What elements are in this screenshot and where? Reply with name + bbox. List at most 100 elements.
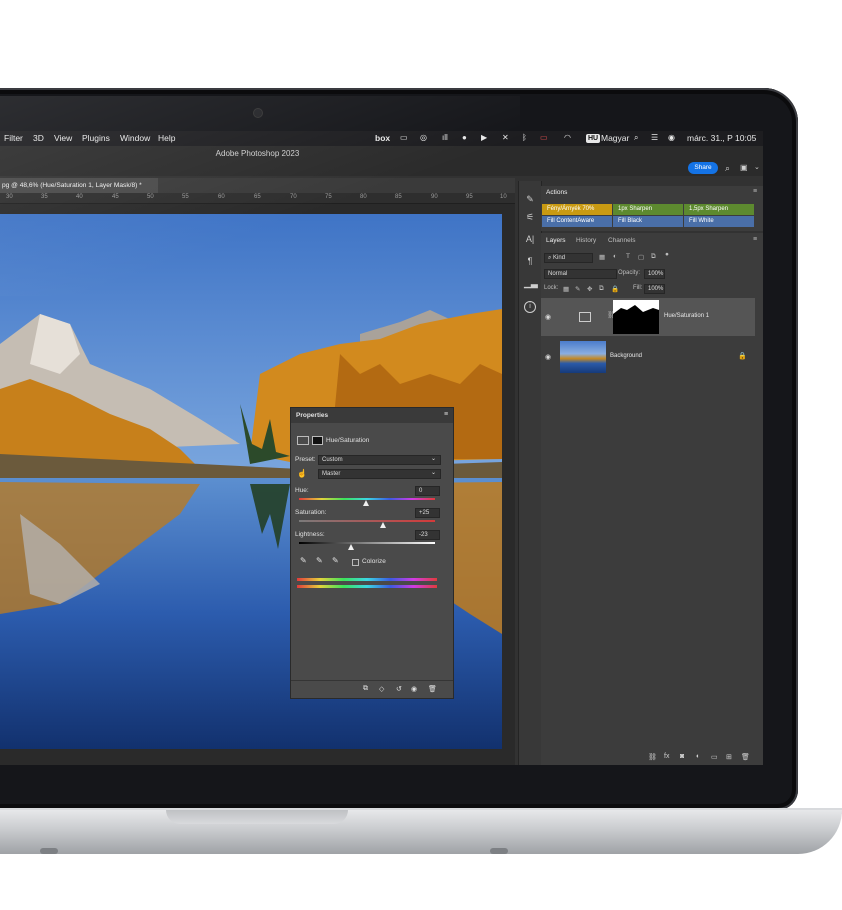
lightness-slider-thumb[interactable]: [348, 544, 354, 550]
lock-image-icon[interactable]: ✎: [575, 285, 580, 293]
filter-adjustment-icon[interactable]: ◐: [613, 253, 617, 260]
hue-value-field[interactable]: 0: [415, 486, 440, 496]
layer-row[interactable]: ◉ ⛓ Hue/Saturation 1: [541, 298, 755, 336]
creative-cloud-icon[interactable]: ◎: [420, 133, 427, 142]
ruler-tick: 50: [147, 194, 154, 200]
spotlight-search-icon[interactable]: ⌕: [634, 133, 638, 143]
saturation-slider[interactable]: [299, 520, 435, 522]
mute-icon[interactable]: ✕: [502, 133, 509, 142]
hue-slider-thumb[interactable]: [363, 500, 369, 506]
visibility-eye-icon[interactable]: ◉: [545, 313, 555, 321]
siri-icon[interactable]: ◉: [668, 133, 675, 142]
tab-actions[interactable]: Actions: [546, 189, 567, 196]
clip-to-layer-icon[interactable]: ⧉: [363, 685, 368, 693]
brush-settings-icon[interactable]: ✎: [524, 193, 536, 205]
input-language-name[interactable]: Magyar: [601, 133, 629, 143]
control-center-icon[interactable]: ☰: [651, 133, 658, 142]
display-icon[interactable]: ▭: [400, 133, 408, 142]
fx-icon[interactable]: fx: [664, 753, 669, 760]
action-button[interactable]: Fény/Árnyék 70%: [542, 204, 612, 215]
menu-filter[interactable]: Filter: [4, 133, 23, 143]
saturation-value-field[interactable]: +25: [415, 508, 440, 518]
add-mask-icon[interactable]: ◙: [680, 753, 684, 760]
eyedropper-minus-icon[interactable]: ✎: [332, 556, 339, 565]
channel-select[interactable]: Master: [318, 469, 441, 479]
visibility-eye-icon[interactable]: ◉: [411, 685, 417, 693]
panel-menu-icon[interactable]: ≡: [444, 411, 448, 418]
adjustment-icon[interactable]: [297, 436, 309, 445]
mask-icon[interactable]: [312, 436, 323, 445]
play-icon[interactable]: ▶: [481, 133, 487, 142]
box-status-icon[interactable]: box: [375, 133, 390, 143]
input-language-badge[interactable]: HU: [586, 134, 601, 143]
action-button[interactable]: Fill ContentAware: [542, 216, 612, 227]
lock-position-icon[interactable]: ✥: [587, 285, 592, 293]
filter-smart-object-icon[interactable]: ⧉: [651, 253, 656, 261]
bluetooth-icon[interactable]: ᛒ: [522, 133, 527, 142]
layer-thumbnail[interactable]: [560, 341, 606, 373]
eyedropper-plus-icon[interactable]: ✎: [316, 556, 323, 565]
menu-window[interactable]: Window: [120, 133, 150, 143]
reset-icon[interactable]: ↺: [396, 685, 402, 693]
chevron-down-icon[interactable]: ⌄: [754, 163, 760, 171]
filter-toggle-icon[interactable]: ●: [665, 251, 669, 258]
layer-mask-thumbnail[interactable]: [613, 300, 659, 334]
tab-channels[interactable]: Channels: [608, 237, 635, 244]
actions-panel[interactable]: Actions ≡ Fény/Árnyék 70% 1px Sharpen 1,…: [541, 186, 763, 231]
action-button[interactable]: 1,5px Sharpen: [684, 204, 754, 215]
opacity-field[interactable]: 100%: [644, 269, 665, 279]
tab-layers[interactable]: Layers: [546, 237, 566, 244]
share-button[interactable]: Share: [688, 162, 718, 174]
histogram-icon[interactable]: ▁▃: [524, 277, 538, 289]
fill-field[interactable]: 100%: [644, 284, 665, 294]
clock[interactable]: márc. 31., P 10:05: [687, 133, 756, 143]
new-layer-icon[interactable]: ⊞: [726, 753, 732, 761]
blend-mode-select[interactable]: Normal: [544, 269, 617, 279]
new-adjustment-icon[interactable]: ◐: [696, 753, 700, 760]
action-button[interactable]: 1px Sharpen: [613, 204, 683, 215]
lock-artboard-icon[interactable]: ⧉: [599, 285, 604, 293]
filter-pixel-icon[interactable]: ▦: [599, 253, 605, 261]
visibility-eye-icon[interactable]: ◉: [545, 353, 555, 361]
targeted-adjustment-hand-icon[interactable]: ☝: [297, 469, 307, 478]
action-button[interactable]: Fill Black: [613, 216, 683, 227]
panel-menu-icon[interactable]: ≡: [753, 236, 757, 243]
trash-icon[interactable]: 🗑: [741, 753, 750, 761]
filter-type-icon[interactable]: T: [626, 253, 630, 260]
menu-3d[interactable]: 3D: [33, 133, 44, 143]
audio-wave-icon[interactable]: ıll: [442, 133, 448, 142]
menu-plugins[interactable]: Plugins: [82, 133, 110, 143]
properties-panel[interactable]: Properties ≡ Hue/Saturation Preset: Cust…: [290, 407, 454, 699]
new-group-icon[interactable]: ▭: [711, 753, 718, 761]
battery-icon[interactable]: ▭: [540, 133, 548, 142]
view-previous-icon[interactable]: ◇: [379, 685, 384, 693]
colorize-checkbox[interactable]: [352, 559, 359, 566]
layer-row[interactable]: ◉ Background 🔒: [541, 338, 755, 376]
saturation-slider-thumb[interactable]: [380, 522, 386, 528]
search-icon[interactable]: ⌕: [725, 163, 730, 174]
panel-menu-icon[interactable]: ≡: [753, 188, 757, 195]
layer-filter-kind[interactable]: ⌕ Kind: [544, 253, 593, 263]
wifi-icon[interactable]: ◠: [564, 133, 571, 142]
workspace-icon[interactable]: ▣: [740, 163, 748, 172]
adjustments-icon[interactable]: ⚟: [524, 211, 536, 223]
trash-icon[interactable]: 🗑: [428, 685, 437, 693]
lightness-value-field[interactable]: -23: [415, 530, 440, 540]
record-icon[interactable]: ●: [462, 133, 467, 142]
filter-shape-icon[interactable]: ▢: [638, 253, 644, 261]
link-layers-icon[interactable]: ⛓: [648, 753, 657, 761]
document-tab[interactable]: pg @ 48,6% (Hue/Saturation 1, Layer Mask…: [0, 178, 158, 193]
lock-transparent-icon[interactable]: ▦: [563, 285, 569, 293]
eyedropper-icon[interactable]: ✎: [300, 556, 307, 565]
character-icon[interactable]: A|: [524, 233, 536, 245]
tab-history[interactable]: History: [576, 237, 596, 244]
menu-view[interactable]: View: [54, 133, 72, 143]
layers-panel[interactable]: Layers History Channels ≡ ⌕ Kind ▦ ◐ T ▢…: [541, 233, 763, 765]
lightness-slider[interactable]: [299, 542, 435, 544]
menu-help[interactable]: Help: [158, 133, 175, 143]
preset-select[interactable]: Custom: [318, 455, 441, 465]
paragraph-icon[interactable]: ¶: [524, 255, 536, 267]
action-button[interactable]: Fill White: [684, 216, 754, 227]
lock-all-icon[interactable]: 🔒: [611, 285, 619, 293]
info-icon[interactable]: i: [524, 301, 536, 313]
